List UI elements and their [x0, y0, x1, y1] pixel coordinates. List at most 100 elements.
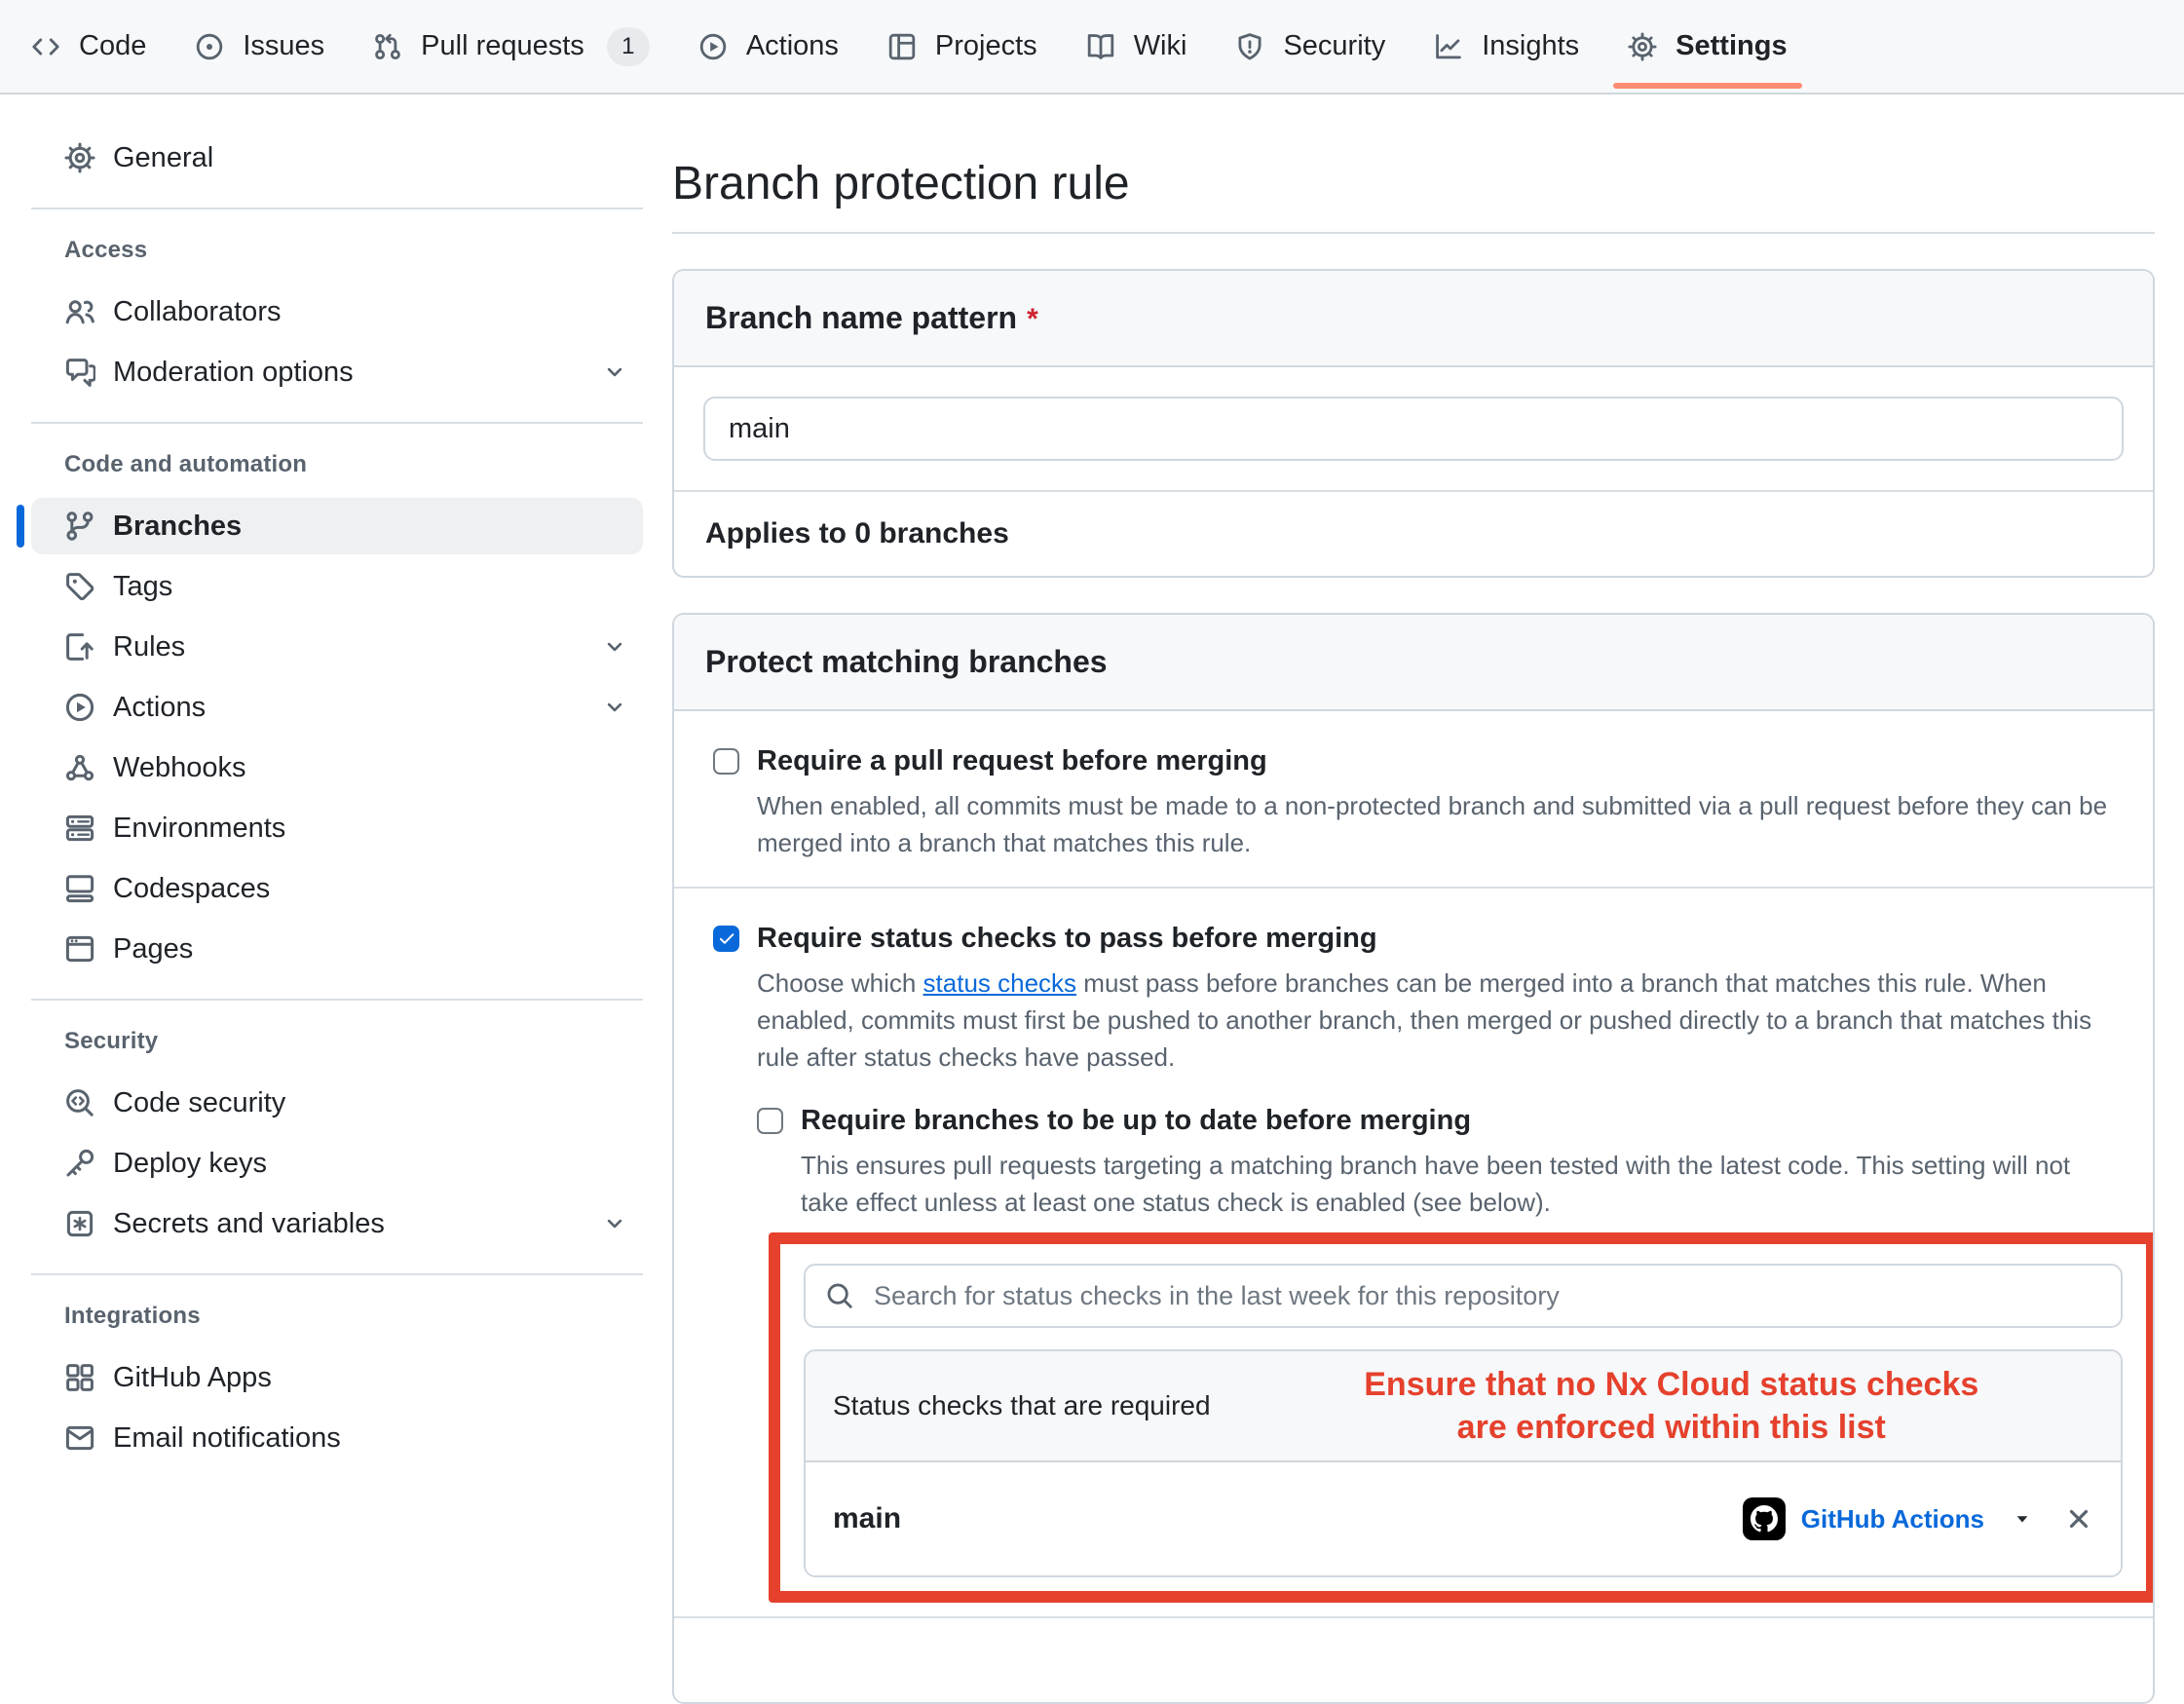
tab-settings[interactable]: Settings — [1611, 0, 1803, 93]
branch-name-pattern-header: Branch name pattern* — [674, 271, 2153, 367]
tab-label: Pull requests — [421, 30, 584, 62]
require-pr-description: When enabled, all commits must be made t… — [757, 787, 2114, 861]
tab-security[interactable]: Security — [1219, 0, 1402, 93]
settings-sidebar: General Access Collaborators Moderation … — [0, 95, 672, 1470]
shield-icon — [1235, 32, 1264, 61]
status-check-row: main GitHub Actions — [806, 1462, 2121, 1575]
require-status-checks-description: Choose which status checks must pass bef… — [757, 965, 2114, 1076]
chevron-down-icon[interactable] — [602, 695, 627, 720]
mail-icon — [64, 1422, 95, 1454]
tab-projects[interactable]: Projects — [871, 0, 1054, 93]
chevron-down-icon[interactable] — [602, 1211, 627, 1236]
sidebar-item-environments[interactable]: Environments — [31, 800, 643, 856]
sidebar-item-label: Rules — [113, 631, 584, 663]
github-actions-link[interactable]: GitHub Actions — [1801, 1504, 1984, 1534]
book-icon — [1086, 32, 1115, 61]
sidebar-item-code-security[interactable]: Code security — [31, 1075, 643, 1131]
sidebar-item-label: Environments — [113, 813, 627, 845]
table-icon — [887, 32, 917, 61]
sidebar-divider — [31, 1273, 643, 1275]
sidebar-item-label: Pages — [113, 933, 627, 966]
annotation-line-1: Ensure that no Nx Cloud status checks — [1250, 1363, 2093, 1406]
required-asterisk: * — [1027, 303, 1038, 335]
sidebar-item-branches[interactable]: Branches — [31, 498, 643, 554]
tab-label: Security — [1283, 30, 1385, 62]
status-check-name: main — [833, 1502, 1743, 1535]
sidebar-item-label: Email notifications — [113, 1422, 627, 1455]
remove-status-check-icon[interactable] — [2064, 1504, 2093, 1534]
sidebar-item-moderation-options[interactable]: Moderation options — [31, 344, 643, 400]
sidebar-section-access: Access — [64, 237, 643, 264]
require-up-to-date-description: This ensures pull requests targeting a m… — [801, 1147, 2114, 1221]
tab-actions[interactable]: Actions — [682, 0, 855, 93]
sidebar-item-pages[interactable]: Pages — [31, 921, 643, 977]
comment-discussion-icon — [64, 357, 95, 388]
tab-label: Projects — [935, 30, 1037, 62]
tab-label: Insights — [1482, 30, 1579, 62]
sidebar-item-label: Branches — [113, 511, 627, 543]
sidebar-item-email-notifications[interactable]: Email notifications — [31, 1410, 643, 1466]
search-icon — [825, 1281, 854, 1310]
rules-icon — [64, 631, 95, 663]
sidebar-divider — [31, 999, 643, 1001]
git-pull-request-icon — [373, 32, 402, 61]
annotation-line-2: are enforced within this list — [1250, 1406, 2093, 1449]
annotation-text: Ensure that no Nx Cloud status checks ar… — [1211, 1363, 2093, 1449]
status-check-search-input[interactable] — [872, 1280, 2101, 1312]
tag-icon — [64, 571, 95, 602]
page-title: Branch protection rule — [672, 157, 2155, 210]
sidebar-item-tags[interactable]: Tags — [31, 558, 643, 615]
codespaces-icon — [64, 873, 95, 904]
tab-label: Wiki — [1134, 30, 1187, 62]
gear-icon — [64, 142, 95, 173]
sidebar-divider — [31, 208, 643, 209]
require-pr-checkbox[interactable] — [713, 748, 739, 775]
apps-grid-icon — [64, 1362, 95, 1393]
tab-wiki[interactable]: Wiki — [1070, 0, 1204, 93]
sidebar-item-secrets-variables[interactable]: Secrets and variables — [31, 1195, 643, 1252]
browser-icon — [64, 933, 95, 965]
require-up-to-date-section: Require branches to be up to date before… — [757, 1103, 2114, 1603]
sidebar-section-integrations: Integrations — [64, 1303, 643, 1330]
require-status-checks-label: Require status checks to pass before mer… — [757, 921, 1377, 957]
sidebar-item-collaborators[interactable]: Collaborators — [31, 284, 643, 340]
code-icon — [31, 32, 60, 61]
chevron-down-icon[interactable] — [602, 634, 627, 660]
require-pr-section: Require a pull request before merging Wh… — [674, 711, 2153, 887]
require-status-checks-checkbox[interactable] — [713, 926, 739, 952]
main-content: Branch protection rule Branch name patte… — [672, 95, 2184, 1704]
webhook-icon — [64, 752, 95, 783]
tab-issues[interactable]: Issues — [178, 0, 341, 93]
people-icon — [64, 296, 95, 327]
sidebar-item-codespaces[interactable]: Codespaces — [31, 860, 643, 917]
branch-name-pattern-input[interactable] — [703, 397, 2124, 461]
tab-label: Code — [79, 30, 146, 62]
sidebar-item-actions[interactable]: Actions — [31, 679, 643, 736]
require-pr-label: Require a pull request before merging — [757, 743, 1267, 779]
repo-tab-bar: Code Issues Pull requests 1 Actions Proj… — [0, 0, 2184, 95]
status-checks-link[interactable]: status checks — [923, 968, 1077, 998]
require-up-to-date-label: Require branches to be up to date before… — [801, 1103, 1471, 1139]
require-up-to-date-checkbox[interactable] — [757, 1108, 783, 1134]
play-icon — [698, 32, 728, 61]
issue-opened-icon — [195, 32, 224, 61]
protect-matching-branches-card: Protect matching branches Require a pull… — [672, 613, 2155, 1704]
required-status-checks-list: Status checks that are required Ensure t… — [804, 1349, 2123, 1577]
secret-asterisk-icon — [64, 1208, 95, 1239]
tab-code[interactable]: Code — [15, 0, 163, 93]
sidebar-item-github-apps[interactable]: GitHub Apps — [31, 1349, 643, 1406]
tab-insights[interactable]: Insights — [1417, 0, 1596, 93]
annotation-highlight-box: Status checks that are required Ensure t… — [769, 1232, 2155, 1603]
sidebar-item-rules[interactable]: Rules — [31, 619, 643, 675]
sidebar-item-deploy-keys[interactable]: Deploy keys — [31, 1135, 643, 1192]
sidebar-item-label: Secrets and variables — [113, 1208, 584, 1240]
sidebar-item-label: Actions — [113, 692, 584, 724]
chevron-down-icon[interactable] — [602, 360, 627, 385]
tab-pull-requests[interactable]: Pull requests 1 — [357, 0, 666, 93]
triangle-down-icon[interactable] — [2012, 1508, 2033, 1530]
sidebar-item-webhooks[interactable]: Webhooks — [31, 739, 643, 796]
sidebar-item-label: Deploy keys — [113, 1148, 627, 1180]
sidebar-item-general[interactable]: General — [31, 130, 643, 186]
sidebar-item-label: Tags — [113, 571, 627, 603]
applies-to-branches-text: Applies to 0 branches — [674, 490, 2153, 576]
